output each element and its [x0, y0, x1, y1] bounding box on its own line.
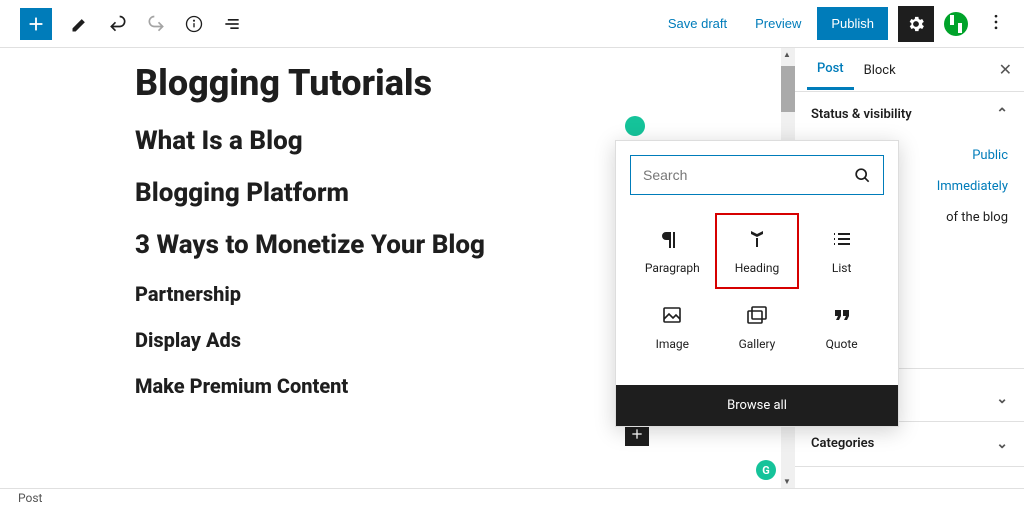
block-type-list[interactable]: List [799, 213, 884, 289]
publish-value[interactable]: Immediately [937, 179, 1008, 194]
redo-button[interactable] [138, 6, 174, 42]
undo-button[interactable] [100, 6, 136, 42]
block-grid: Paragraph Heading List Image Gallery Quo… [616, 209, 898, 385]
add-block-button[interactable] [20, 8, 52, 40]
scrollbar-thumb[interactable] [781, 66, 795, 112]
block-label: Gallery [739, 337, 776, 351]
preview-button[interactable]: Preview [743, 8, 813, 39]
block-label: List [832, 261, 852, 275]
chevron-down-icon: ⌄ [996, 391, 1008, 407]
scroll-down-icon[interactable]: ▼ [783, 477, 791, 486]
chevron-up-icon: ⌃ [996, 106, 1008, 122]
footer-breadcrumb: Post [0, 488, 1024, 507]
block-label: Paragraph [645, 261, 700, 275]
block-label: Quote [826, 337, 858, 351]
search-wrap [616, 141, 898, 209]
settings-button[interactable] [898, 6, 934, 42]
chevron-down-icon: ⌄ [996, 436, 1008, 452]
publish-button[interactable]: Publish [817, 7, 888, 40]
outline-button[interactable] [214, 6, 250, 42]
grammarly-icon[interactable] [756, 460, 776, 480]
more-options-button[interactable] [978, 6, 1014, 42]
close-sidebar-button[interactable]: ✕ [999, 60, 1012, 79]
browse-all-button[interactable]: Browse all [616, 385, 898, 426]
block-type-image[interactable]: Image [630, 289, 715, 365]
categories-header[interactable]: Categories ⌄ [795, 422, 1024, 466]
panel-title: Status & visibility [811, 107, 912, 122]
visibility-value[interactable]: Public [972, 148, 1008, 163]
search-field-wrap [630, 155, 884, 195]
sidebar-tabs: Post Block ✕ [795, 48, 1024, 92]
block-label: Heading [735, 261, 780, 275]
block-type-quote[interactable]: Quote [799, 289, 884, 365]
block-type-heading[interactable]: Heading [715, 213, 800, 289]
post-title[interactable]: Blogging Tutorials [135, 62, 794, 104]
block-inserter-popover: Paragraph Heading List Image Gallery Quo… [615, 140, 899, 427]
jetpack-icon [944, 12, 968, 36]
top-toolbar: Save draft Preview Publish [0, 0, 1024, 48]
block-type-paragraph[interactable]: Paragraph [630, 213, 715, 289]
categories-panel: Categories ⌄ [795, 422, 1024, 467]
search-icon [852, 165, 872, 189]
format-text: of the blog [946, 210, 1008, 225]
block-label: Image [656, 337, 689, 351]
info-button[interactable] [176, 6, 212, 42]
status-visibility-header[interactable]: Status & visibility ⌃ [795, 92, 1024, 136]
grammarly-icon[interactable] [625, 116, 645, 136]
block-search-input[interactable] [630, 155, 884, 195]
scroll-up-icon[interactable]: ▲ [783, 50, 791, 59]
jetpack-button[interactable] [938, 6, 974, 42]
toolbar-left [10, 6, 250, 42]
toolbar-right: Save draft Preview Publish [656, 6, 1014, 42]
breadcrumb-item[interactable]: Post [18, 491, 42, 505]
edit-mode-button[interactable] [62, 6, 98, 42]
tab-block[interactable]: Block [854, 51, 906, 89]
save-draft-button[interactable]: Save draft [656, 8, 739, 39]
block-type-gallery[interactable]: Gallery [715, 289, 800, 365]
panel-title: Categories [811, 436, 874, 451]
tab-post[interactable]: Post [807, 49, 854, 90]
